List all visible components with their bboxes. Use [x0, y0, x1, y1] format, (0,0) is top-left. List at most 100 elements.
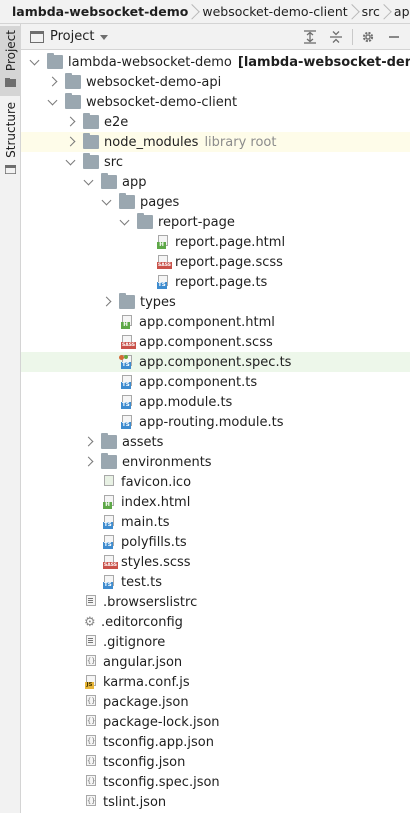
- expand-all-icon[interactable]: [301, 28, 319, 46]
- breadcrumb-item-client[interactable]: websocket-demo-client: [192, 0, 351, 23]
- tree-file-row[interactable]: {} tsconfig.json: [21, 752, 410, 772]
- tree-file-row[interactable]: ⚙ .editorconfig: [21, 612, 410, 632]
- tree-folder-row[interactable]: assets: [21, 432, 410, 452]
- project-view-icon: [30, 30, 44, 43]
- tree-folder-row[interactable]: src: [21, 152, 410, 172]
- chevron-down-icon[interactable]: [101, 192, 113, 212]
- chevron-right-icon[interactable]: [65, 132, 77, 152]
- tree-item-label: app.component.ts: [139, 374, 258, 390]
- tree-item-label: app.component.html: [139, 314, 275, 330]
- tree-file-row[interactable]: .gitignore: [21, 632, 410, 652]
- tree-file-row[interactable]: TS polyfills.ts: [21, 532, 410, 552]
- hide-panel-icon[interactable]: [385, 28, 403, 46]
- tree-folder-row[interactable]: types: [21, 292, 410, 312]
- breadcrumb-item-project[interactable]: lambda-websocket-demo: [0, 0, 192, 23]
- tree-item-label: package.json: [103, 694, 189, 710]
- tree-file-row[interactable]: TS app.component.spec.ts: [21, 352, 410, 372]
- tree-file-row[interactable]: {} tsconfig.app.json: [21, 732, 410, 752]
- json-file-icon: {}: [86, 715, 96, 726]
- folder-icon: [83, 113, 99, 129]
- folder-icon: [83, 153, 99, 169]
- tree-folder-row[interactable]: websocket-demo-client: [21, 92, 410, 112]
- tree-file-row[interactable]: {} package-lock.json: [21, 712, 410, 732]
- tree-file-row[interactable]: Hreport.page.html: [21, 232, 410, 252]
- tree-file-row[interactable]: Hindex.html: [21, 492, 410, 512]
- tree-file-row[interactable]: TS report.page.ts: [21, 272, 410, 292]
- structure-tab-label: Structure: [3, 102, 18, 158]
- tree-file-row[interactable]: SASS report.page.scss: [21, 252, 410, 272]
- tree-file-row[interactable]: JS karma.conf.js: [21, 672, 410, 692]
- tree-file-row[interactable]: {} tslint.json: [21, 792, 410, 812]
- project-view-selector[interactable]: Project: [50, 29, 94, 44]
- chevron-down-icon[interactable]: [47, 92, 59, 112]
- tree-file-row[interactable]: SASS app.component.scss: [21, 332, 410, 352]
- chevron-down-icon[interactable]: [119, 212, 131, 232]
- tree-file-row[interactable]: TS app-routing.module.ts: [21, 412, 410, 432]
- json-file-icon: {}: [86, 735, 96, 746]
- chevron-down-icon[interactable]: [29, 52, 41, 72]
- tree-file-row[interactable]: .browserslistrc: [21, 592, 410, 612]
- typescript-file-icon: TS: [157, 275, 169, 289]
- tree-item-label: assets: [122, 434, 164, 450]
- tree-item-label: websocket-demo-client: [86, 94, 238, 110]
- tree-folder-row[interactable]: e2e: [21, 112, 410, 132]
- chevron-right-icon[interactable]: [47, 72, 59, 92]
- tree-folder-row[interactable]: environments: [21, 452, 410, 472]
- gear-icon[interactable]: [359, 28, 377, 46]
- chevron-down-icon[interactable]: [83, 172, 95, 192]
- tree-file-row[interactable]: SASS styles.scss: [21, 552, 410, 572]
- tree-item-label: app: [122, 174, 147, 190]
- project-tab-label: Project: [3, 30, 18, 72]
- tree-file-row[interactable]: TS app.module.ts: [21, 392, 410, 412]
- folder-icon: [119, 293, 135, 309]
- chevron-right-icon[interactable]: [65, 112, 77, 132]
- folder-icon: [5, 78, 16, 88]
- tree-item-label: node_modules: [104, 134, 199, 150]
- tree-folder-row[interactable]: pages: [21, 192, 410, 212]
- tree-folder-row[interactable]: lambda-websocket-demo [lambda-websocket-d…: [21, 52, 410, 72]
- tree-item-label: tsconfig.spec.json: [103, 774, 220, 790]
- json-file-icon: {}: [86, 775, 96, 786]
- tree-item-label: app.module.ts: [139, 394, 233, 410]
- tree-folder-row[interactable]: websocket-demo-api: [21, 72, 410, 92]
- typescript-file-icon: TS: [121, 415, 133, 429]
- tree-item-label: report.page.html: [175, 234, 286, 250]
- chevron-down-icon[interactable]: [65, 152, 77, 172]
- tree-file-row[interactable]: {} angular.json: [21, 652, 410, 672]
- tree-file-row[interactable]: TS test.ts: [21, 572, 410, 592]
- tree-folder-row[interactable]: report-page: [21, 212, 410, 232]
- tree-file-row[interactable]: {} tsconfig.spec.json: [21, 772, 410, 792]
- sass-file-icon: SASS: [157, 255, 173, 269]
- tree-file-row[interactable]: TS app.component.ts: [21, 372, 410, 392]
- collapse-all-icon[interactable]: [327, 28, 345, 46]
- tree-item-label: angular.json: [103, 654, 183, 670]
- project-tool-tab[interactable]: Project: [0, 26, 21, 96]
- tree-item-label: index.html: [121, 494, 191, 510]
- json-file-icon: {}: [86, 755, 96, 766]
- chevron-down-icon[interactable]: [100, 35, 109, 40]
- chevron-right-icon[interactable]: [101, 292, 113, 312]
- tree-item-label: environments: [122, 454, 212, 470]
- tree-folder-row[interactable]: node_modules library root: [21, 132, 410, 152]
- tree-file-row[interactable]: {} package.json: [21, 692, 410, 712]
- chevron-right-icon[interactable]: [83, 432, 95, 452]
- structure-tool-tab[interactable]: Structure: [0, 98, 21, 182]
- tree-file-row[interactable]: TS main.ts: [21, 512, 410, 532]
- chevron-right-icon[interactable]: [83, 452, 95, 472]
- tree-item-label: tslint.json: [103, 794, 167, 810]
- tree-folder-row[interactable]: app: [21, 172, 410, 192]
- tree-file-row[interactable]: Happ.component.html: [21, 312, 410, 332]
- module-name-suffix: [lambda-websocket-demo ]: [237, 54, 410, 70]
- tree-file-row[interactable]: favicon.ico: [21, 472, 410, 492]
- folder-icon: [101, 453, 117, 469]
- sass-file-icon: SASS: [121, 335, 137, 349]
